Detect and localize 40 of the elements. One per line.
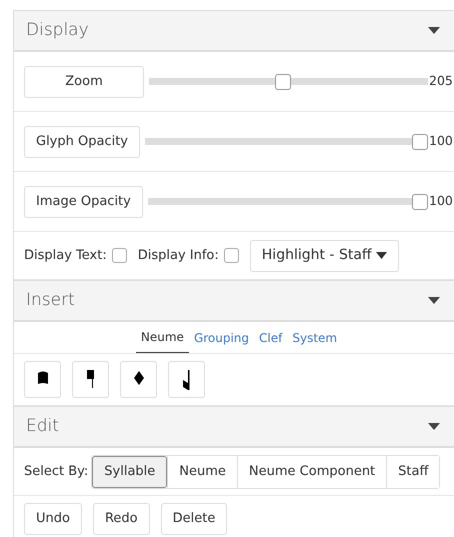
slider-label-button[interactable]: Image Opacity bbox=[24, 186, 143, 218]
select-option[interactable]: Staff bbox=[386, 456, 440, 488]
insert-button[interactable] bbox=[168, 361, 205, 398]
insert-button[interactable] bbox=[24, 361, 61, 398]
slider-value: 205 bbox=[428, 72, 454, 90]
slider-thumb[interactable] bbox=[412, 134, 428, 150]
action-button[interactable]: Undo bbox=[24, 502, 82, 534]
caret-icon bbox=[428, 27, 440, 34]
panel-title: Insert bbox=[26, 288, 75, 312]
custos-icon bbox=[180, 370, 192, 390]
checkbox-label: Display Text: bbox=[24, 246, 107, 265]
panel-title: Display bbox=[26, 18, 89, 42]
slider-label-button[interactable]: Glyph Opacity bbox=[24, 126, 140, 158]
checkbox[interactable] bbox=[224, 248, 239, 263]
action-button[interactable]: Delete bbox=[160, 502, 228, 534]
slider-thumb[interactable] bbox=[412, 194, 428, 210]
panel-header[interactable]: Edit bbox=[14, 406, 454, 448]
slider-label-button[interactable]: Zoom bbox=[24, 66, 144, 98]
slider-thumb[interactable] bbox=[275, 74, 292, 90]
slider-value: 100 bbox=[428, 132, 454, 150]
panel-header[interactable]: Display bbox=[14, 10, 454, 52]
insert-button[interactable] bbox=[120, 361, 157, 398]
tab[interactable]: Clef bbox=[254, 323, 288, 353]
tab[interactable]: Grouping bbox=[188, 323, 254, 353]
tab[interactable]: Neume bbox=[136, 322, 189, 353]
virga-icon bbox=[84, 370, 96, 390]
caret-icon bbox=[428, 423, 440, 430]
caret-icon bbox=[376, 252, 387, 259]
insert-button[interactable] bbox=[72, 361, 109, 398]
select-option[interactable]: Syllable bbox=[92, 456, 168, 488]
tab[interactable]: System bbox=[287, 323, 342, 353]
slider-value: 100 bbox=[428, 192, 454, 210]
checkbox-label: Display Info: bbox=[138, 246, 219, 265]
panel-header[interactable]: Insert bbox=[14, 280, 454, 322]
action-button[interactable]: Redo bbox=[92, 502, 150, 534]
checkbox[interactable] bbox=[112, 248, 127, 263]
highlight-dropdown[interactable]: Highlight - Staff bbox=[250, 240, 399, 272]
panel-title: Edit bbox=[26, 414, 59, 438]
select-label: Select By: bbox=[24, 462, 88, 481]
caret-icon bbox=[428, 297, 440, 304]
